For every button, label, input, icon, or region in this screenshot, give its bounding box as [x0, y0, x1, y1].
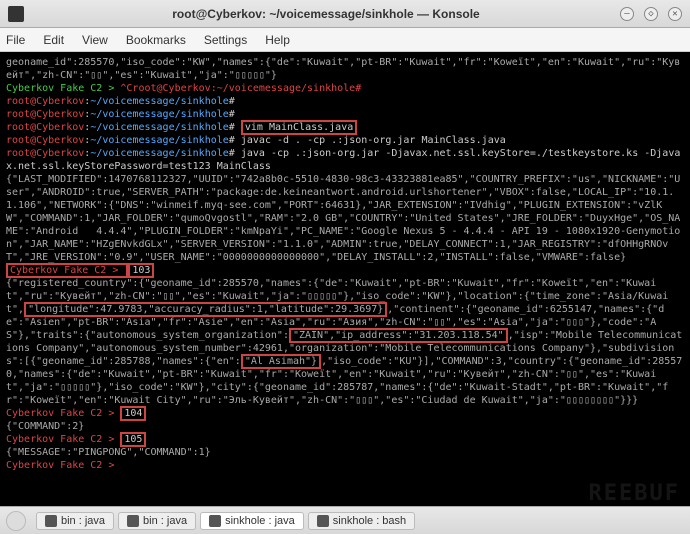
prompt-path: ~/voicemessage/sinkhole: [90, 135, 228, 146]
fake-c2-prompt: Cyberkov Fake C2 >: [6, 83, 120, 94]
terminal-icon: [317, 515, 329, 527]
isp-ip: "ZAIN","ip_address":"31.203.118.54": [289, 328, 508, 343]
tab-label: bin : java: [61, 515, 105, 527]
json-output-1: {"LAST_MODIFIED":1470768112327,"UUID":"7…: [6, 174, 680, 263]
new-tab-button[interactable]: [6, 511, 26, 531]
cmd-vim: vim MainClass.java: [241, 120, 357, 135]
tab-bar: bin : java bin : java sinkhole : java si…: [0, 506, 690, 534]
fake-c2-prompt: Cyberkov Fake C2 >: [6, 460, 120, 471]
tab-bin-java-1[interactable]: bin : java: [36, 512, 114, 530]
prompt-hash: #: [229, 96, 235, 107]
counter-103: 103: [128, 263, 154, 278]
output-line: geoname_id":285570,"iso_code":"KW","name…: [6, 57, 680, 81]
tab-sinkhole-bash[interactable]: sinkhole : bash: [308, 512, 415, 530]
terminal-icon: [209, 515, 221, 527]
titlebar: root@Cyberkov: ~/voicemessage/sinkhole —…: [0, 0, 690, 28]
tab-label: sinkhole : bash: [333, 515, 406, 527]
prompt-user: root@Cyberkov: [6, 122, 84, 133]
menu-help[interactable]: Help: [265, 33, 290, 47]
json-output-3: {"COMMAND":2}: [6, 421, 84, 432]
fake-c2-prompt: Cyberkov Fake C2 >: [10, 265, 124, 276]
prompt-user: root@Cyberkov: [6, 135, 84, 146]
close-button[interactable]: ✕: [668, 7, 682, 21]
watermark: REEBUF: [589, 487, 680, 500]
tab-sinkhole-java[interactable]: sinkhole : java: [200, 512, 304, 530]
menu-edit[interactable]: Edit: [43, 33, 64, 47]
menu-file[interactable]: File: [6, 33, 25, 47]
prompt-hash: #: [229, 109, 235, 120]
counter-105: 105: [120, 432, 146, 447]
tab-label: sinkhole : java: [225, 515, 295, 527]
geo-location: "longitude":47.9783,"accuracy_radius":1,…: [24, 302, 387, 317]
prompt-path: ~/voicemessage/sinkhole: [90, 109, 228, 120]
json-output-4: {"MESSAGE":"PINGPONG","COMMAND":1}: [6, 447, 211, 458]
counter-104: 104: [120, 406, 146, 421]
tab-label: bin : java: [143, 515, 187, 527]
maximize-button[interactable]: ◇: [644, 7, 658, 21]
prompt-hash: #: [229, 122, 235, 133]
prompt-hash: #: [229, 148, 235, 159]
fake-c2-prompt: Cyberkov Fake C2 >: [6, 434, 120, 445]
menubar: File Edit View Bookmarks Settings Help: [0, 28, 690, 52]
prompt-user: root@Cyberkov: [6, 96, 84, 107]
terminal-output[interactable]: geoname_id":285570,"iso_code":"KW","name…: [0, 52, 690, 506]
menu-bookmarks[interactable]: Bookmarks: [126, 33, 186, 47]
fake-c2-prompt: Cyberkov Fake C2 >: [6, 408, 120, 419]
menu-view[interactable]: View: [82, 33, 108, 47]
prompt-path: ~/voicemessage/sinkhole: [90, 96, 228, 107]
terminal-icon: [45, 515, 57, 527]
prompt-user: root@Cyberkov: [6, 109, 84, 120]
prompt-path: ~/voicemessage/sinkhole: [90, 148, 228, 159]
terminal-icon: [127, 515, 139, 527]
prompt-hash: #: [229, 135, 235, 146]
window-title: root@Cyberkov: ~/voicemessage/sinkhole —…: [32, 7, 620, 21]
menu-settings[interactable]: Settings: [204, 33, 247, 47]
tab-bin-java-2[interactable]: bin : java: [118, 512, 196, 530]
interrupt: ^Croot@Cyberkov:~/voicemessage/sinkhole#: [120, 83, 361, 94]
app-icon: [8, 6, 24, 22]
cmd-javac: javac -d . -cp .:json-org.jar MainClass.…: [241, 135, 506, 146]
minimize-button[interactable]: –: [620, 7, 634, 21]
prompt-user: root@Cyberkov: [6, 148, 84, 159]
city-asimah: "Al Asimah"}: [241, 354, 321, 369]
prompt-path: ~/voicemessage/sinkhole: [90, 122, 228, 133]
